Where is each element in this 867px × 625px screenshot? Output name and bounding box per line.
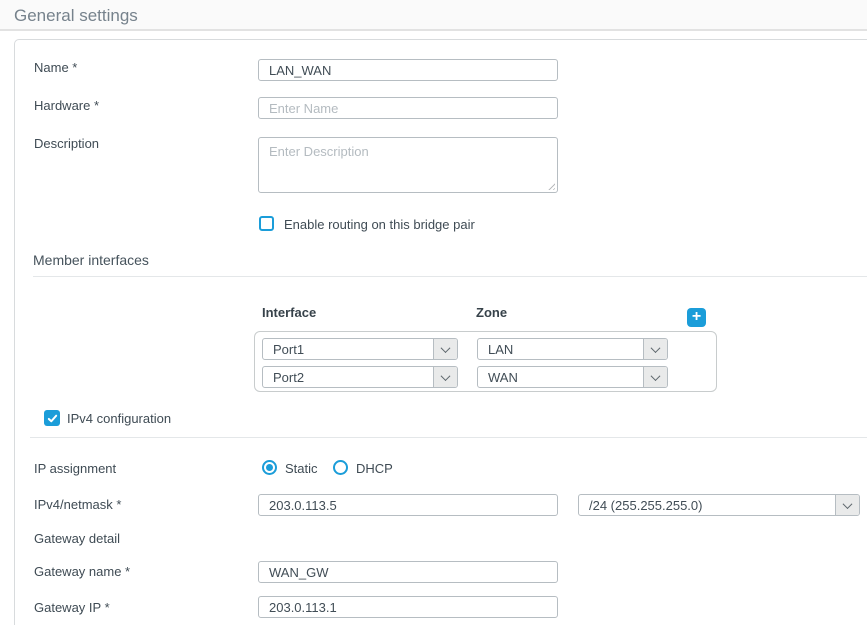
add-row-button[interactable]: + — [687, 308, 706, 327]
zone-column-header: Zone — [476, 305, 507, 320]
member-interfaces-title: Member interfaces — [33, 252, 149, 268]
ipv4-configuration-label: IPv4 configuration — [67, 411, 171, 426]
section-divider — [33, 276, 867, 277]
interface-select-row2-value: Port2 — [263, 370, 433, 385]
ip-assignment-label: IP assignment — [34, 461, 116, 476]
gateway-name-label: Gateway name * — [34, 564, 130, 579]
interface-select-row2[interactable]: Port2 — [262, 366, 458, 388]
plus-icon: + — [692, 309, 701, 325]
page-header: General settings — [0, 0, 867, 31]
ipv4-configuration-checkbox[interactable] — [44, 410, 60, 426]
interface-select-row1-value: Port1 — [263, 342, 433, 357]
gateway-detail-label: Gateway detail — [34, 531, 120, 546]
hardware-input[interactable] — [258, 97, 558, 119]
description-textarea[interactable] — [258, 137, 558, 193]
radio-dhcp[interactable] — [333, 460, 348, 475]
checkmark-icon — [47, 413, 58, 424]
interface-select-row1[interactable]: Port1 — [262, 338, 458, 360]
zone-select-row1[interactable]: LAN — [477, 338, 668, 360]
gateway-ip-input[interactable] — [258, 596, 558, 618]
name-input[interactable] — [258, 59, 558, 81]
section-divider — [30, 437, 867, 438]
netmask-select[interactable]: /24 (255.255.255.0) — [578, 494, 860, 516]
chevron-down-icon[interactable] — [643, 367, 667, 387]
netmask-select-value: /24 (255.255.255.0) — [579, 498, 835, 513]
general-settings-page: General settings Name * Hardware * Descr… — [0, 0, 867, 625]
chevron-down-icon[interactable] — [835, 495, 859, 515]
interface-column-header: Interface — [262, 305, 316, 320]
zone-select-row2[interactable]: WAN — [477, 366, 668, 388]
gateway-name-input[interactable] — [258, 561, 558, 583]
ipv4-address-input[interactable] — [258, 494, 558, 516]
chevron-down-icon[interactable] — [643, 339, 667, 359]
page-title: General settings — [14, 6, 138, 26]
enable-routing-checkbox[interactable] — [259, 216, 274, 231]
radio-static[interactable] — [262, 460, 277, 475]
chevron-down-icon[interactable] — [433, 339, 457, 359]
enable-routing-label: Enable routing on this bridge pair — [284, 217, 475, 232]
zone-select-row2-value: WAN — [478, 370, 643, 385]
ipv4-netmask-label: IPv4/netmask * — [34, 497, 121, 512]
radio-static-label: Static — [285, 461, 318, 476]
hardware-label: Hardware * — [34, 98, 99, 113]
radio-dhcp-label: DHCP — [356, 461, 393, 476]
zone-select-row1-value: LAN — [478, 342, 643, 357]
description-label: Description — [34, 136, 99, 151]
chevron-down-icon[interactable] — [433, 367, 457, 387]
name-label: Name * — [34, 60, 77, 75]
gateway-ip-label: Gateway IP * — [34, 600, 110, 615]
